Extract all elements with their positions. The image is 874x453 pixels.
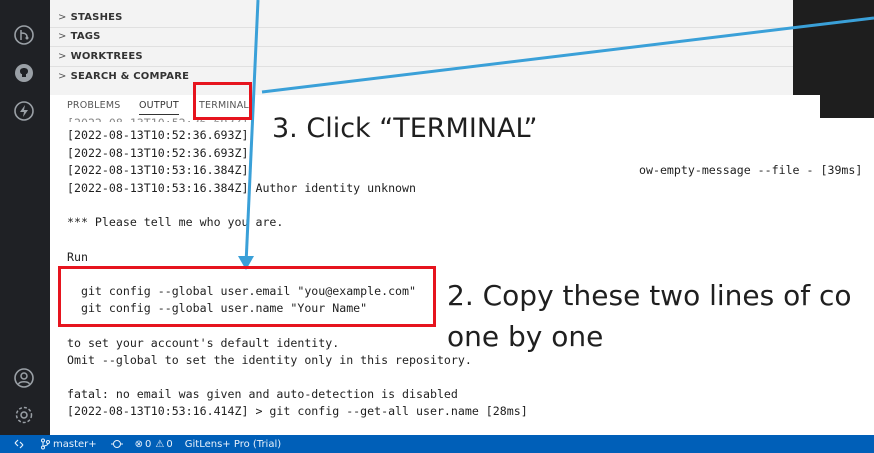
output-line: [2022-08-13T10:53:16.384Z] Author identi… [67, 181, 417, 195]
error-icon: ⊗ [134, 438, 144, 450]
remote-icon[interactable] [14, 439, 24, 449]
divider [50, 27, 820, 28]
divider [50, 46, 820, 47]
account-icon[interactable] [11, 365, 37, 391]
section-label: SEARCH & COMPARE [70, 70, 190, 82]
branch-name: master+ [53, 438, 97, 450]
section-tags[interactable]: > TAGS [58, 27, 101, 45]
git-config-highlight [58, 266, 436, 327]
tab-problems[interactable]: PROBLEMS [67, 100, 120, 111]
activity-bar [0, 0, 50, 435]
step3-instruction: 3. Click “TERMINAL” [272, 113, 538, 144]
status-bar: master+ ⊗ 0 ⚠ 0 GitLens+ Pro (Trial) [0, 435, 874, 453]
branch-indicator[interactable]: master+ [40, 438, 97, 450]
output-line: fatal: no email was given and auto-detec… [67, 387, 458, 401]
step2-instruction-line1: 2. Copy these two lines of co [447, 279, 852, 312]
section-stashes[interactable]: > STASHES [58, 8, 123, 26]
warning-count: 0 [166, 438, 173, 450]
terminal-tab-highlight [193, 82, 252, 120]
error-count: 0 [145, 438, 152, 450]
output-line: Omit --global to set the identity only i… [67, 353, 472, 367]
problems-indicator[interactable]: ⊗ 0 ⚠ 0 [135, 439, 173, 450]
tab-output[interactable]: OUTPUT [139, 100, 179, 115]
section-worktrees[interactable]: > WORKTREES [58, 47, 143, 65]
gear-icon[interactable] [11, 402, 37, 428]
output-line: [2022-08-13T10:53:16.414Z] > git config … [67, 404, 528, 418]
output-line: to set your account's default identity. [67, 336, 340, 350]
chevron-right-icon: > [58, 11, 67, 23]
section-label: WORKTREES [70, 50, 143, 62]
warning-icon: ⚠ [155, 438, 165, 450]
github-icon[interactable] [11, 60, 37, 86]
branch-icon [41, 438, 50, 450]
output-line-suffix: ow-empty-message --file - [39ms] [639, 163, 863, 177]
chevron-right-icon: > [58, 70, 67, 82]
chevron-right-icon: > [58, 30, 67, 42]
sync-icon[interactable] [110, 439, 123, 449]
section-label: TAGS [70, 30, 101, 42]
output-line: [2022-08-13T10:52:36.693Z] [67, 146, 249, 160]
lightning-icon[interactable] [11, 98, 37, 124]
section-label: STASHES [70, 11, 123, 23]
section-search-compare[interactable]: > SEARCH & COMPARE [58, 67, 189, 85]
output-line: *** Please tell me who you are. [67, 215, 284, 229]
output-line: [2022-08-13T10:53:16.384Z] [67, 163, 249, 177]
output-line: Run [67, 250, 88, 264]
gitlens-status[interactable]: GitLens+ Pro (Trial) [185, 439, 281, 450]
chevron-right-icon: > [58, 50, 67, 62]
git-graph-icon[interactable] [11, 22, 37, 48]
output-line: [2022-08-13T10:52:36.693Z] [67, 128, 249, 142]
step2-instruction-line2: one by one [447, 320, 604, 353]
